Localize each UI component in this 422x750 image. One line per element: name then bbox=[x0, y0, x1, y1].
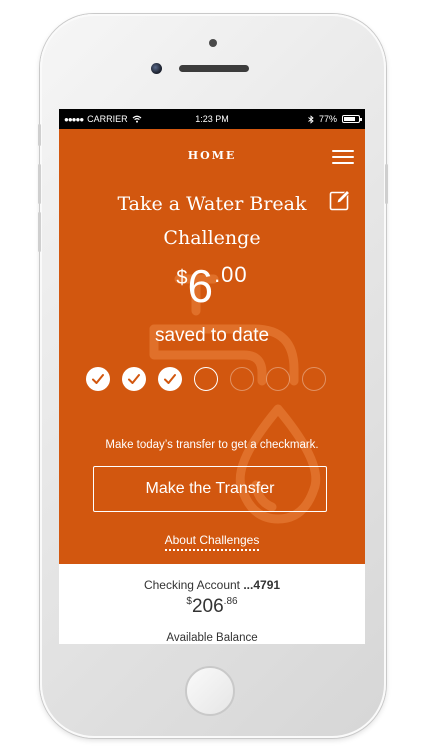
earpiece-speaker bbox=[179, 65, 249, 72]
volume-up-button bbox=[38, 164, 41, 204]
available-balance-link[interactable]: Available Balance bbox=[166, 632, 258, 644]
checkmark-future bbox=[302, 367, 326, 391]
saved-to-date-label: saved to date bbox=[154, 325, 270, 346]
home-button[interactable] bbox=[185, 666, 235, 716]
checkmark-complete bbox=[86, 367, 110, 391]
mute-switch bbox=[38, 124, 41, 146]
saved-amount-cents: .00 bbox=[214, 262, 248, 287]
challenge-title-line-1: Take a Water Break bbox=[117, 193, 307, 215]
account-name: Checking Account ...4791 bbox=[59, 578, 365, 592]
account-card[interactable]: Checking Account ...4791 $206.86 Availab… bbox=[59, 564, 365, 644]
status-bar: ●●●●● CARRIER 1:23 PM 77% bbox=[59, 109, 365, 129]
challenge-title-line-2: Challenge bbox=[163, 227, 261, 249]
hamburger-menu-icon[interactable] bbox=[332, 150, 354, 164]
bluetooth-icon bbox=[308, 114, 314, 124]
balance-whole: 206 bbox=[191, 596, 224, 617]
transfer-hint: Make today’s transfer to get a checkmark… bbox=[105, 439, 319, 451]
battery-percent: 77% bbox=[318, 114, 337, 124]
challenge-title: Take a Water Break Challenge bbox=[89, 187, 335, 255]
checkmark-complete bbox=[158, 367, 182, 391]
nav-title: HOME bbox=[187, 149, 237, 162]
checkmark-complete bbox=[122, 367, 146, 391]
checkmark-icon bbox=[164, 374, 176, 384]
app-screen: ●●●●● CARRIER 1:23 PM 77% HOME Take a Wa… bbox=[59, 109, 365, 644]
battery-icon bbox=[342, 115, 362, 123]
status-right: 77% bbox=[308, 114, 362, 124]
about-challenges-link[interactable]: About Challenges bbox=[164, 533, 260, 551]
checkmark-future bbox=[230, 367, 254, 391]
checkmark-today bbox=[194, 367, 218, 391]
checkmark-future bbox=[266, 367, 290, 391]
checkmark-icon bbox=[128, 374, 140, 384]
make-transfer-button[interactable]: Make the Transfer bbox=[93, 466, 327, 512]
account-type: Checking Account bbox=[143, 578, 240, 592]
account-number: ...4791 bbox=[243, 578, 281, 592]
saved-amount-currency: $ bbox=[176, 267, 188, 289]
checkmark-progress bbox=[86, 367, 326, 391]
about-challenges: About Challenges bbox=[59, 531, 365, 551]
proximity-sensor bbox=[209, 39, 217, 47]
power-button bbox=[385, 164, 388, 204]
balance-cents: .86 bbox=[223, 596, 238, 607]
volume-down-button bbox=[38, 212, 41, 252]
checkmark-icon bbox=[92, 374, 104, 384]
available-balance: Available Balance bbox=[59, 628, 365, 644]
pencil-edit-icon[interactable] bbox=[329, 189, 351, 211]
saved-amount: $6.00 bbox=[59, 259, 365, 313]
account-balance: $206.86 bbox=[59, 596, 365, 618]
front-camera bbox=[151, 63, 162, 74]
saved-amount-whole: 6 bbox=[187, 260, 215, 312]
phone-frame: ●●●●● CARRIER 1:23 PM 77% HOME Take a Wa… bbox=[38, 14, 388, 738]
